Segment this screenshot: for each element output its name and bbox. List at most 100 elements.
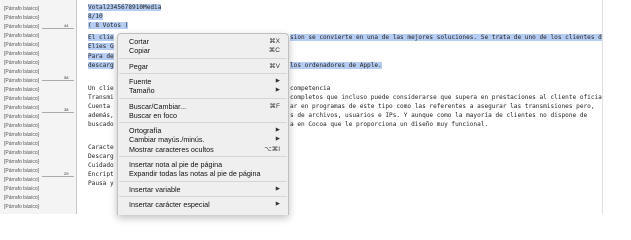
document-line: El clie bbox=[88, 33, 114, 42]
document-line: Encript bbox=[88, 170, 114, 179]
submenu-arrow-icon: ▶ bbox=[275, 185, 280, 192]
document-line: Para de bbox=[88, 52, 114, 61]
menu-item-mostrar-caracteres-ocultos[interactable]: Mostrar caracteres ocultos ⌥⌘I bbox=[118, 145, 288, 154]
sidebar-style-label[interactable]: [Párrafo básico] bbox=[4, 203, 74, 211]
depth-marker: 29 bbox=[64, 171, 69, 176]
sidebar-style-label[interactable]: [Párrafo básico] bbox=[4, 50, 74, 58]
document-line: 8/10 bbox=[88, 12, 103, 21]
document-line-text: Encript bbox=[88, 171, 114, 178]
document-line-text: 8/10 bbox=[88, 13, 103, 20]
menu-separator bbox=[119, 122, 287, 124]
menu-item-label: Tamaño bbox=[129, 86, 155, 96]
document-line: Descarg bbox=[88, 152, 114, 161]
sidebar-style-label[interactable]: [Párrafo básico] bbox=[4, 5, 74, 13]
document-line: ( 8 Votos ) bbox=[88, 21, 129, 30]
document-line-text: Cuenta bbox=[88, 103, 111, 110]
menu-item-label: Pegar bbox=[129, 61, 149, 71]
document-line-text: Descarg bbox=[88, 153, 114, 160]
menu-item-shortcut: ⌘V bbox=[269, 62, 280, 70]
document-line-text: Para de bbox=[88, 53, 114, 60]
submenu-arrow-icon: ▶ bbox=[275, 200, 280, 207]
document-line: Elies G bbox=[88, 42, 114, 51]
right-gutter bbox=[602, 0, 631, 214]
menu-item-label: Buscar en foco bbox=[129, 110, 177, 120]
document-line-text: Votal2345678910Media bbox=[88, 4, 162, 11]
sidebar-style-label[interactable]: [Párrafo básico] bbox=[4, 185, 74, 193]
document-line-text: además, bbox=[88, 112, 114, 119]
menu-item-pegar[interactable]: Pegar ⌘V bbox=[118, 62, 288, 71]
menu-item-copiar[interactable]: Copiar ⌘C bbox=[118, 46, 288, 55]
document-line-tail: s de archivos, usuarios e IPs. Y aunque … bbox=[290, 112, 588, 119]
menu-item-shortcut: ⌘C bbox=[268, 47, 280, 55]
sidebar-style-label[interactable]: [Párrafo básico] bbox=[4, 158, 74, 166]
menu-item-label: Insertar carácter especial bbox=[129, 199, 210, 209]
document-line: Cuenta bbox=[88, 102, 110, 111]
paragraph-style-column: [Párrafo básico] [Párrafo básico] [Párrafo… bbox=[0, 0, 76, 214]
document-line-tail: sion se convierte en una de las mejores … bbox=[290, 34, 606, 41]
menu-item-cambiar-mayus-minus[interactable]: Cambiar mayús./minús. ▶ bbox=[118, 135, 288, 144]
sidebar-style-label[interactable]: [Párrafo básico] bbox=[4, 95, 74, 103]
menu-separator bbox=[119, 156, 287, 157]
submenu-arrow-icon: ▶ bbox=[275, 136, 280, 143]
menu-separator bbox=[119, 97, 287, 99]
sidebar-style-label[interactable]: [Párrafo básico] bbox=[4, 131, 74, 139]
sidebar-style-label[interactable]: [Párrafo básico] bbox=[4, 194, 74, 202]
document-line: Transmi bbox=[88, 93, 114, 102]
document-line-text: buscado bbox=[88, 121, 114, 128]
document-line-text: descarg bbox=[88, 62, 114, 69]
menu-separator bbox=[119, 180, 287, 182]
document-line-text: Transmi bbox=[88, 94, 114, 101]
menu-item-buscar-en-foco[interactable]: Buscar en foco bbox=[118, 111, 288, 120]
document-line: Pausa y bbox=[88, 179, 114, 188]
submenu-arrow-icon: ▶ bbox=[275, 87, 280, 94]
menu-item-label: Insertar variable bbox=[129, 184, 181, 194]
depth-marker: 38 bbox=[64, 107, 69, 112]
menu-item-label: Copiar bbox=[129, 46, 151, 56]
document-line-text: Caracte bbox=[88, 144, 114, 151]
menu-item-buscar-cambiar[interactable]: Buscar/Cambiar... ⌘F bbox=[118, 102, 288, 111]
menu-item-label: Mostrar caracteres ocultos bbox=[129, 144, 214, 154]
submenu-arrow-icon: ▶ bbox=[275, 77, 280, 84]
document-line: Un clie bbox=[88, 84, 114, 93]
document-line: Cuidado bbox=[88, 161, 114, 170]
submenu-arrow-icon: ▶ bbox=[275, 127, 280, 134]
menu-item-fuente[interactable]: Fuente ▶ bbox=[118, 77, 288, 86]
document-line-tail: los ordenadores de Apple. bbox=[290, 62, 382, 69]
menu-item-label: Ortografía bbox=[129, 126, 162, 136]
sidebar-style-label[interactable]: [Párrafo básico] bbox=[4, 122, 74, 130]
depth-marker: 58 bbox=[64, 75, 69, 80]
menu-item-cortar[interactable]: Cortar ⌘X bbox=[118, 37, 288, 46]
document-line-text: Elies G bbox=[88, 43, 114, 50]
document-line: Caracte bbox=[88, 143, 114, 152]
menu-item-expandir-todas-las-notas-al-pie-de-pagina[interactable]: Expandir todas las notas al pie de págin… bbox=[118, 169, 288, 178]
document-line-text: Pausa y bbox=[88, 180, 114, 187]
sidebar-style-label[interactable]: [Párrafo básico] bbox=[4, 86, 74, 94]
document-line: además, bbox=[88, 111, 114, 120]
menu-item-tamano[interactable]: Tamaño ▶ bbox=[118, 86, 288, 95]
sidebar-style-label[interactable]: [Párrafo básico] bbox=[4, 140, 74, 148]
menu-item-insertar-nota-al-pie-de-pagina[interactable]: Insertar nota al pie de página bbox=[118, 160, 288, 169]
sidebar-style-label[interactable]: [Párrafo básico] bbox=[4, 14, 74, 22]
document-line-text: ( 8 Votos ) bbox=[88, 22, 129, 29]
sidebar-style-label[interactable]: [Párrafo básico] bbox=[4, 176, 74, 184]
menu-item-label: Cortar bbox=[129, 37, 149, 46]
depth-marker: 44 bbox=[64, 23, 69, 28]
sidebar-style-label[interactable]: [Párrafo básico] bbox=[4, 32, 74, 40]
menu-item-insertar-variable[interactable]: Insertar variable ▶ bbox=[118, 185, 288, 194]
menu-item-insertar-caracter-especial[interactable]: Insertar carácter especial ▶ bbox=[118, 200, 288, 209]
page-edge bbox=[76, 0, 77, 214]
document-line-text: Cuidado bbox=[88, 162, 114, 169]
menu-item-label: Expandir todas las notas al pie de págin… bbox=[129, 169, 261, 179]
document-line-text: El clie bbox=[88, 34, 114, 41]
sidebar-style-label[interactable]: [Párrafo básico] bbox=[4, 113, 74, 121]
sidebar-rule bbox=[42, 80, 74, 81]
menu-item-shortcut: ⌘X bbox=[269, 38, 280, 45]
document-line-tail: ar en programas de este tipo como las re… bbox=[290, 103, 595, 110]
sidebar-style-label[interactable]: [Párrafo básico] bbox=[4, 59, 74, 67]
sidebar-style-label[interactable]: [Párrafo básico] bbox=[4, 41, 74, 49]
menu-item-ortografia[interactable]: Ortografía ▶ bbox=[118, 126, 288, 135]
context-menu: Cortar ⌘X Copiar ⌘C Pegar ⌘V Fuente ▶ Tamaño ▶ Bus… bbox=[117, 33, 289, 215]
sidebar-style-label[interactable]: [Párrafo básico] bbox=[4, 149, 74, 157]
document-line-tail: completos que incluso puede considerarse… bbox=[290, 94, 610, 101]
document-line-tail: competencia bbox=[290, 85, 331, 92]
